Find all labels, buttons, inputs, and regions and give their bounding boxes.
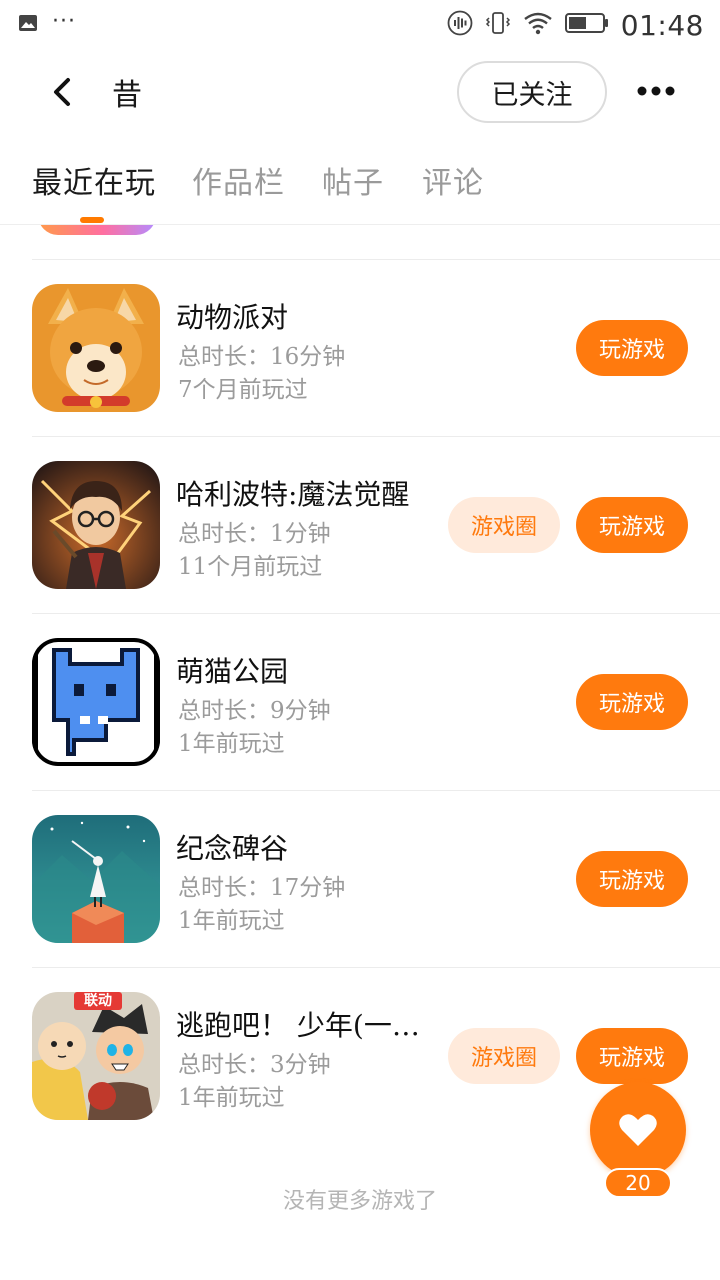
header: 昔 已关注	[0, 58, 720, 128]
game-name: 萌猫公园	[176, 655, 289, 688]
list-item[interactable]: 萌猫公园 总时长：9分钟 1年前玩过 玩游戏	[0, 614, 720, 790]
game-last-played: 1年前玩过	[178, 1085, 285, 1111]
list-item[interactable]: 哈利波特:魔法觉醒 总时长：1分钟 11个月前玩过 游戏圈 玩游戏	[0, 437, 720, 613]
play-game-button[interactable]: 玩游戏	[576, 851, 688, 907]
tab-works[interactable]: 作品栏	[192, 158, 285, 202]
game-last-played: 1年前玩过	[178, 731, 285, 757]
back-button[interactable]	[44, 72, 84, 112]
vibrate-icon	[485, 10, 511, 40]
heart-icon	[619, 1114, 657, 1146]
play-game-button[interactable]: 玩游戏	[576, 674, 688, 730]
page-title: 昔	[112, 78, 142, 113]
tab-recently-played[interactable]: 最近在玩	[32, 158, 156, 202]
wifi-icon	[523, 11, 553, 39]
notification-dots: ···	[52, 8, 76, 34]
list-item[interactable]: 动物派对 总时长：16分钟 7个月前玩过 玩游戏	[0, 260, 720, 436]
game-last-played: 1年前玩过	[178, 908, 285, 934]
game-duration: 总时长：9分钟	[178, 698, 331, 724]
tab-indicator	[80, 217, 104, 223]
play-game-button[interactable]: 玩游戏	[576, 1028, 688, 1084]
like-count: 20	[604, 1168, 672, 1198]
game-duration: 总时长：1分钟	[178, 521, 331, 547]
game-duration: 总时长：16分钟	[178, 344, 346, 370]
game-icon-badge: 联动	[84, 993, 112, 1009]
game-icon[interactable]	[32, 815, 160, 943]
battery-icon	[564, 12, 609, 38]
game-icon[interactable]: 联动	[32, 992, 160, 1120]
follow-button[interactable]: 已关注	[457, 61, 607, 123]
game-duration: 总时长：17分钟	[178, 875, 346, 901]
play-game-button[interactable]: 玩游戏	[576, 497, 688, 553]
more-dots-icon	[637, 86, 675, 96]
game-icon-partial[interactable]	[38, 225, 156, 235]
tab-bar: 最近在玩 作品栏 帖子 评论	[0, 150, 720, 225]
list-item[interactable]: 纪念碑谷 总时长：17分钟 1年前玩过 玩游戏	[0, 791, 720, 967]
game-name: 哈利波特:魔法觉醒	[176, 478, 410, 511]
sound-wave-icon	[447, 10, 473, 40]
game-name: 纪念碑谷	[176, 832, 289, 865]
chevron-left-icon	[54, 78, 70, 106]
game-duration: 总时长：3分钟	[178, 1052, 331, 1078]
game-name: 逃跑吧！ 少年(一…	[176, 1009, 420, 1042]
game-circle-button[interactable]: 游戏圈	[448, 1028, 560, 1084]
tab-posts[interactable]: 帖子	[322, 158, 384, 202]
game-last-played: 11个月前玩过	[178, 554, 323, 580]
game-icon[interactable]	[32, 284, 160, 412]
tab-comments[interactable]: 评论	[422, 158, 484, 202]
game-icon[interactable]	[32, 638, 160, 766]
image-icon	[18, 13, 38, 37]
game-circle-button[interactable]: 游戏圈	[448, 497, 560, 553]
game-name: 动物派对	[176, 301, 289, 334]
game-last-played: 7个月前玩过	[178, 377, 308, 403]
like-button[interactable]	[590, 1082, 686, 1178]
clock: 01:48	[620, 8, 704, 42]
status-bar: ··· 01:48	[0, 0, 720, 50]
more-button[interactable]	[636, 76, 680, 106]
game-icon[interactable]	[32, 461, 160, 589]
play-game-button[interactable]: 玩游戏	[576, 320, 688, 376]
